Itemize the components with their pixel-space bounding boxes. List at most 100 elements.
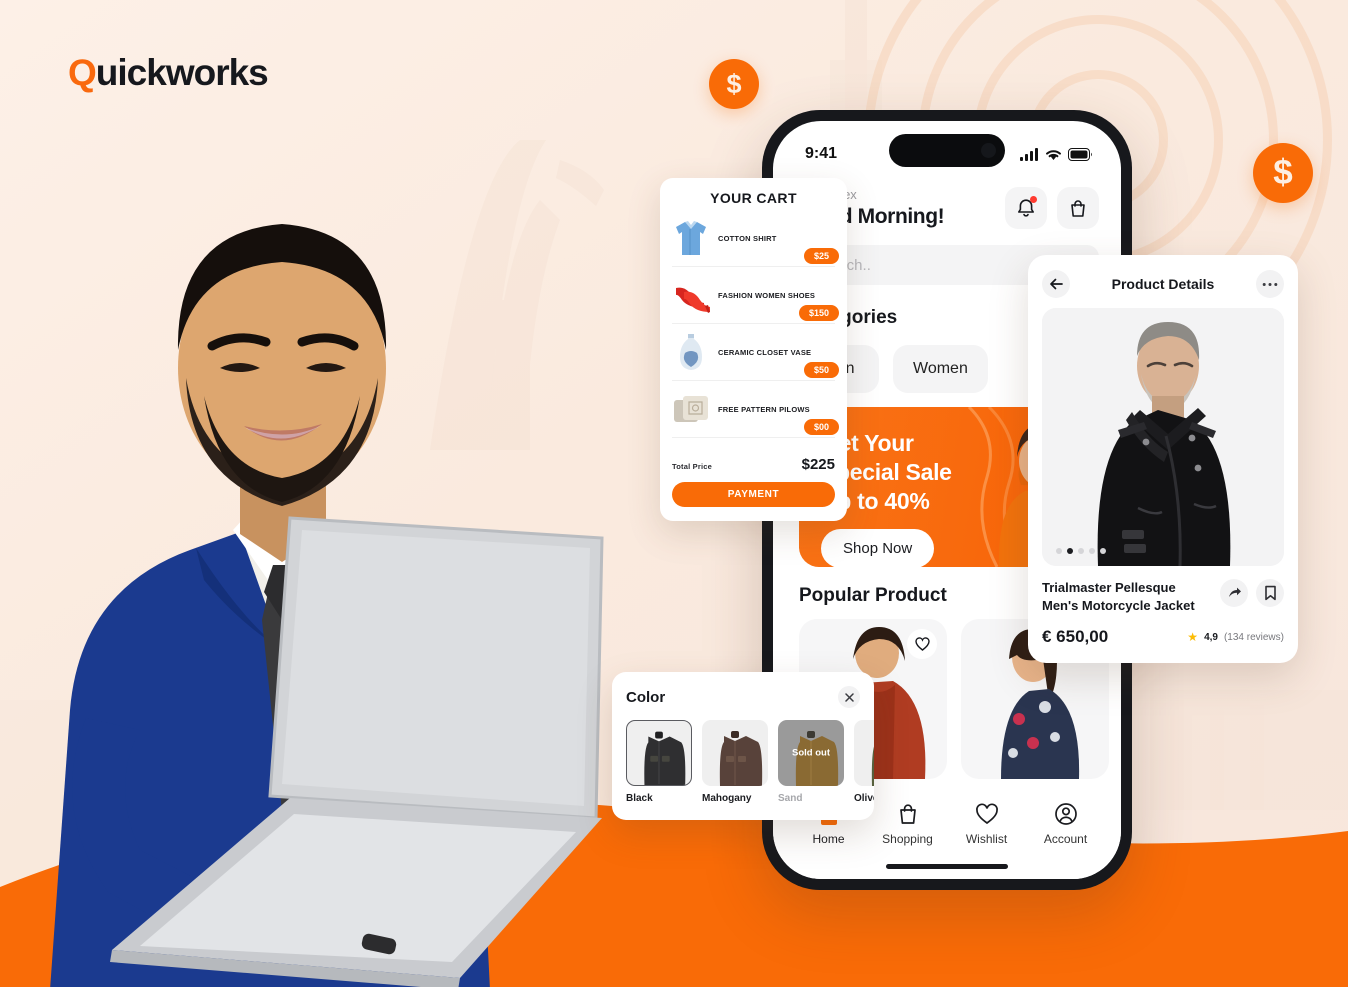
product-details-header: Product Details — [1042, 267, 1284, 308]
cart-item[interactable]: FREE PATTERN PILOWS $00 — [672, 381, 839, 438]
cart-item-info: FASHION WOMEN SHOES — [718, 291, 815, 300]
cart-button[interactable] — [1057, 187, 1099, 229]
dollar-icon: $ — [1273, 153, 1293, 192]
heart-icon — [975, 803, 998, 825]
color-picker-title: Color — [626, 688, 666, 706]
notification-dot — [1030, 196, 1037, 203]
cart-item-thumbnail-vase — [680, 334, 702, 370]
swatch-label: Sand — [778, 793, 803, 804]
jacket-thumb-black — [644, 731, 686, 785]
status-icons — [1020, 147, 1093, 161]
hero-person-image — [50, 224, 604, 987]
brand-logo-q: Q — [68, 52, 97, 93]
bookmark-button[interactable] — [1256, 579, 1284, 607]
payment-button[interactable]: PAYMENT — [672, 482, 835, 507]
product-details-card: Product Details Trialmaster Pellesque Me… — [1028, 255, 1298, 664]
close-button[interactable] — [838, 686, 860, 708]
ellipsis-icon — [1262, 282, 1278, 286]
cart-item-thumbnail-pillow — [674, 396, 708, 422]
image-carousel-dots[interactable] — [1056, 548, 1106, 554]
color-swatch-black[interactable]: Black — [626, 720, 692, 804]
page-root: Quickworks $ $ 9:41 Good Morning! Catego… — [0, 0, 1348, 987]
swatch-image — [854, 720, 874, 786]
cart-item-price: $150 — [798, 305, 839, 321]
swatch-image: Sold out — [778, 720, 844, 786]
product-rating: ★ 4,9 (134 reviews) — [1187, 630, 1284, 644]
cart-item[interactable]: CERAMIC CLOSET VASE $50 — [672, 324, 839, 381]
carousel-dot[interactable] — [1100, 548, 1106, 554]
cart-total-value: $225 — [801, 456, 835, 473]
person-icon — [1054, 803, 1077, 825]
tab-label: Home — [812, 832, 845, 846]
carousel-dot[interactable] — [1078, 548, 1084, 554]
share-button[interactable] — [1220, 579, 1248, 607]
color-picker-panel: Color Black Mahogany Sold out Sand Oliv — [612, 672, 874, 820]
cart-item-name: CERAMIC CLOSET VASE — [718, 347, 812, 357]
carousel-dot[interactable] — [1089, 548, 1095, 554]
tab-shopping[interactable]: Shopping — [873, 801, 943, 846]
cart-total-row: Total Price $225 — [672, 452, 835, 473]
color-swatch-olive[interactable]: Olive — [854, 720, 874, 804]
jacket-thumb-olive — [871, 746, 874, 786]
tab-account[interactable]: Account — [1031, 801, 1101, 846]
tab-label: Shopping — [882, 832, 933, 846]
product-image-viewer[interactable] — [1042, 308, 1284, 566]
swatch-label: Olive — [854, 793, 874, 804]
color-swatch-list: Black Mahogany Sold out Sand Oliv — [626, 720, 874, 804]
dollar-coin-badge-top: $ — [709, 59, 759, 109]
cart-panel: YOUR CART COTTON SHIRT $25 FASHION WOMEN… — [660, 178, 847, 521]
dollar-coin-badge-right: $ — [1253, 143, 1313, 203]
cart-title: YOUR CART — [710, 190, 797, 206]
wishlist-button[interactable] — [907, 629, 937, 659]
dollar-icon: $ — [726, 68, 742, 99]
color-picker-header: Color — [626, 686, 874, 708]
arrow-left-icon — [1050, 278, 1063, 290]
more-options-button[interactable] — [1255, 270, 1284, 298]
product-name-row: Trialmaster Pellesque Men's Motorcycle J… — [1042, 579, 1284, 614]
tab-label: Account — [1043, 832, 1088, 846]
swatch-image — [702, 720, 768, 786]
back-button[interactable] — [1042, 270, 1070, 298]
cart-item-info: CERAMIC CLOSET VASE — [718, 348, 811, 357]
product-details-title: Product Details — [1111, 276, 1215, 292]
cart-item-thumbnail-shirt — [676, 221, 706, 255]
star-icon: ★ — [1187, 630, 1199, 645]
cart-item-info: FREE PATTERN PILOWS — [718, 405, 810, 414]
cart-item-price: $50 — [803, 362, 839, 378]
product-action-buttons — [1220, 579, 1284, 607]
cellular-signal-icon — [1020, 147, 1038, 161]
cart-item-thumbnail-heels — [676, 287, 710, 313]
cart-item-name: FREE PATTERN PILOWS — [718, 404, 810, 414]
carousel-dot-active[interactable] — [1067, 548, 1073, 554]
category-pill-women[interactable]: Women — [893, 345, 988, 393]
product-name: Trialmaster Pellesque Men's Motorcycle J… — [1042, 580, 1195, 613]
brand-logo-rest: uickworks — [95, 52, 269, 93]
share-icon — [1228, 587, 1241, 597]
cart-item-price: $00 — [803, 419, 839, 435]
dynamic-island — [889, 134, 1005, 167]
notifications-button[interactable] — [1005, 187, 1047, 229]
cart-item-price: $25 — [803, 248, 839, 264]
reviews-count: (134 reviews) — [1223, 631, 1284, 643]
tab-wishlist[interactable]: Wishlist — [952, 801, 1022, 846]
cart-item-name: COTTON SHIRT — [718, 233, 777, 243]
status-time: 9:41 — [805, 145, 838, 162]
cart-item[interactable]: FASHION WOMEN SHOES $150 — [672, 267, 839, 324]
swatch-label: Black — [626, 793, 653, 804]
color-swatch-mahogany[interactable]: Mahogany — [702, 720, 768, 804]
cart-total-label: Total Price — [672, 462, 712, 471]
rating-value: 4,9 — [1204, 631, 1218, 643]
jacket-thumb-mahogany — [719, 731, 763, 786]
heart-icon — [914, 637, 930, 651]
color-swatch-sand[interactable]: Sold out Sand — [778, 720, 844, 804]
sold-out-label: Sold out — [792, 747, 830, 759]
cart-item-info: COTTON SHIRT — [718, 234, 777, 243]
battery-icon — [1068, 147, 1092, 161]
cart-item-name: FASHION WOMEN SHOES — [718, 290, 816, 300]
shop-now-button[interactable]: Shop Now — [821, 529, 935, 567]
swatch-image — [626, 720, 692, 786]
cart-item[interactable]: COTTON SHIRT $25 — [672, 210, 839, 267]
tab-label: Wishlist — [965, 832, 1008, 846]
home-indicator — [886, 864, 1008, 869]
carousel-dot[interactable] — [1056, 548, 1062, 554]
